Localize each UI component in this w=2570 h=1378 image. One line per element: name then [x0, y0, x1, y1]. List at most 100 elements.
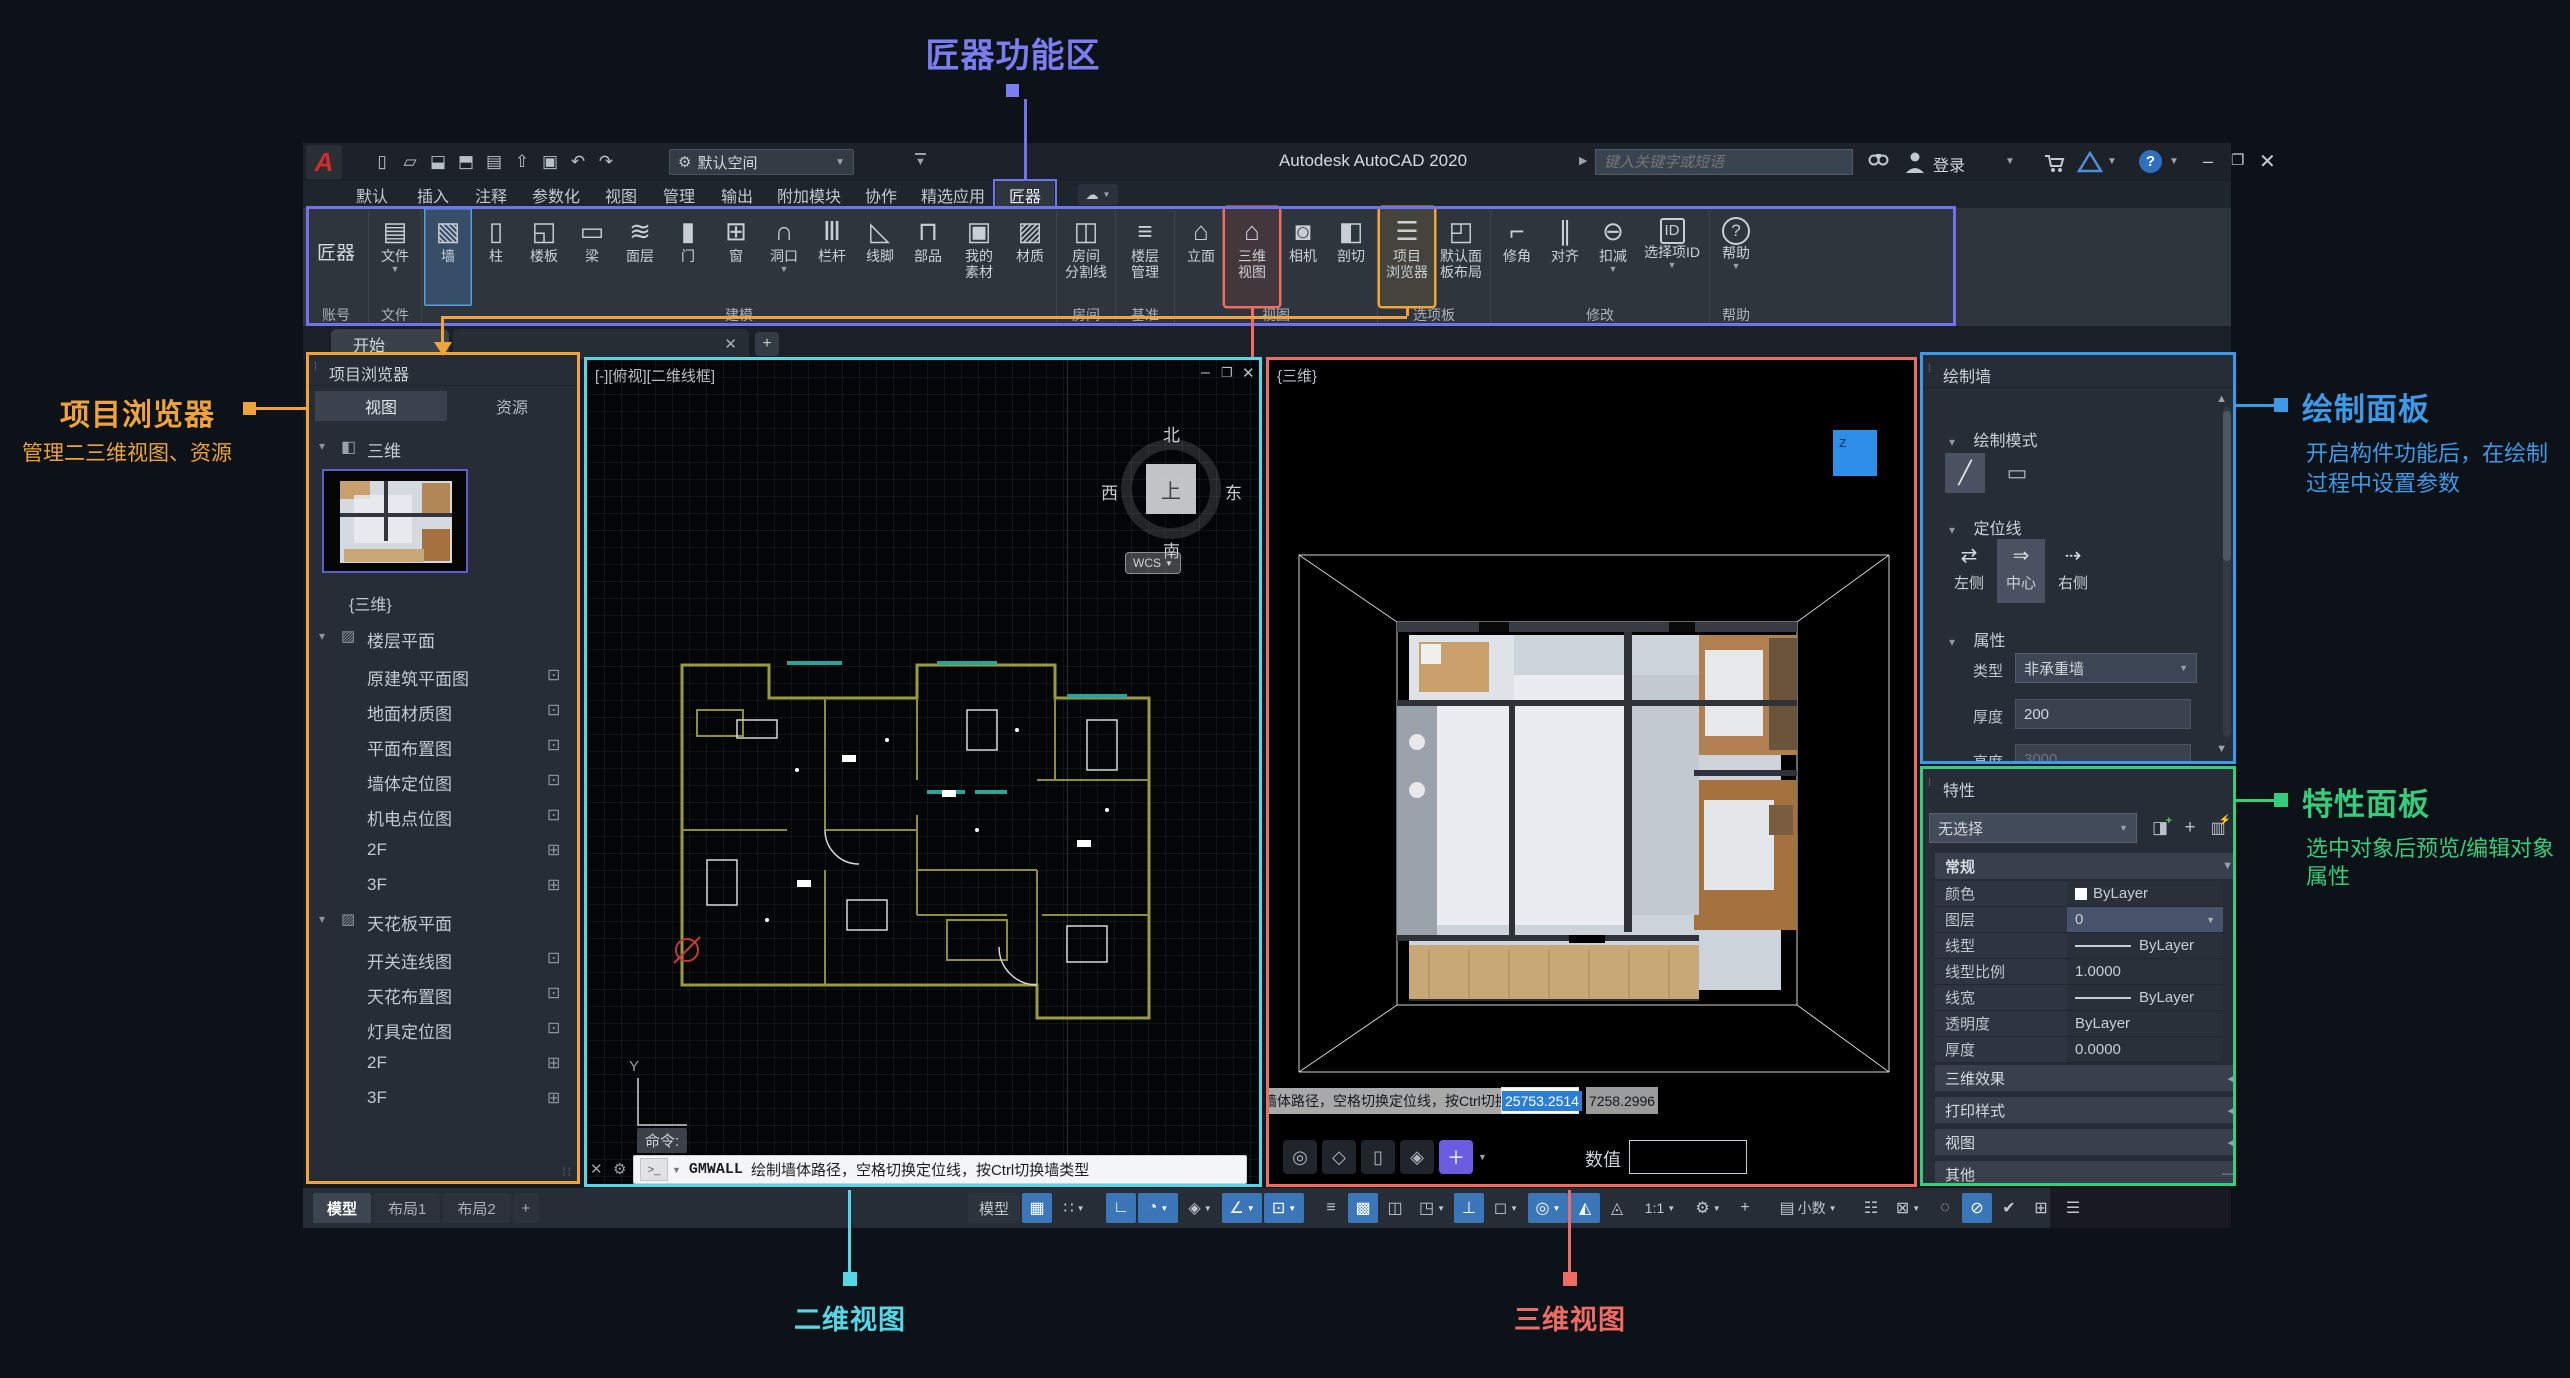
ribbon-button-立面[interactable]: ⌂立面	[1177, 208, 1225, 306]
edit-view-icon[interactable]: ⊡	[547, 665, 560, 685]
redo-icon[interactable]: ↷	[593, 149, 619, 175]
status-3d-object-snap-button[interactable]: ◳▼	[1412, 1193, 1452, 1223]
autocad-logo[interactable]: A	[306, 145, 342, 179]
status-isometric-drafting-button[interactable]: ◈▼	[1180, 1193, 1220, 1223]
property-row-线型[interactable]: 线型ByLayer	[1935, 933, 2223, 959]
add-view-icon[interactable]: ⊞	[547, 840, 560, 860]
undo-icon[interactable]: ↶	[565, 149, 591, 175]
tree-item[interactable]: 平面布置图⊡	[309, 733, 577, 759]
property-value[interactable]: 0.0000	[2067, 1037, 2223, 1063]
compass-east[interactable]: 东	[1225, 479, 1242, 504]
property-row-厚度[interactable]: 厚度0.0000	[1935, 1037, 2223, 1063]
quick-select-button[interactable]: ▥ ⚡	[2205, 815, 2231, 841]
property-value[interactable]: ByLayer	[2067, 933, 2223, 959]
tree-item[interactable]: 3F⊞	[309, 873, 577, 899]
ribbon-button-项目浏览器[interactable]: ☰项目浏览器	[1380, 208, 1434, 306]
wall-height-input[interactable]: 3000	[2015, 744, 2191, 764]
ribbon-button-门[interactable]: ▮门	[664, 208, 712, 306]
viewport-2d[interactable]: [-][俯视][二维线框] – ❐ ✕	[584, 357, 1262, 1187]
search-expand-icon[interactable]: ▶	[1579, 154, 1587, 167]
menu-tab-精选应用[interactable]: 精选应用	[910, 181, 996, 208]
thumbnail-caption[interactable]: {三维}	[349, 591, 449, 615]
property-row-颜色[interactable]: 颜色ByLayer	[1935, 881, 2223, 907]
menu-tab-协作[interactable]: 协作	[852, 181, 910, 208]
signin-chevron-icon[interactable]: ▼	[2005, 156, 2015, 167]
ribbon-button-窗[interactable]: ⊞窗	[712, 208, 760, 306]
toggle-pickadd-button[interactable]: ◨ +	[2147, 815, 2173, 841]
logo-chevron-icon[interactable]: ▼	[2107, 156, 2117, 167]
orbit-button[interactable]: ◎	[1283, 1140, 1317, 1174]
ribbon-button-相机[interactable]: ◙相机	[1279, 208, 1327, 306]
ribbon-button-栏杆[interactable]: Ⅲ栏杆	[808, 208, 856, 306]
status-quick-properties-button[interactable]: ☷	[1856, 1193, 1886, 1223]
section-draw-mode[interactable]: ▾ 绘制模式	[1949, 427, 2038, 451]
compass-north[interactable]: 北	[1163, 421, 1180, 446]
mode-line-button[interactable]: ╱	[1945, 453, 1985, 493]
wall-camera-button[interactable]: ▯	[1361, 1140, 1395, 1174]
tree-folder-楼层平面[interactable]: ▾▨楼层平面	[309, 625, 577, 651]
edit-view-icon[interactable]: ⊡	[547, 770, 560, 790]
ribbon-button-楼层管理[interactable]: ≡楼层管理	[1118, 208, 1172, 306]
edit-view-icon[interactable]: ⊡	[547, 948, 560, 968]
qat-overflow-button[interactable]: ▼	[915, 153, 926, 169]
locate-option-中心[interactable]: ⇒中心	[1997, 539, 2045, 603]
status-graphics-performance-button[interactable]: ⊘	[1962, 1193, 1992, 1223]
viewport-3d[interactable]: {三维}	[1266, 357, 1917, 1187]
add-view-icon[interactable]: ⊞	[547, 1053, 560, 1073]
add-view-icon[interactable]: ⊞	[547, 1088, 560, 1108]
layout-tab-布局2[interactable]: 布局2	[443, 1193, 509, 1223]
chevron-down-icon[interactable]: ▼	[1478, 1152, 1487, 1162]
mode-rect-button[interactable]: ▭	[1997, 453, 2037, 493]
ribbon-button-帮助[interactable]: ?帮助▼	[1712, 208, 1760, 306]
tree-item[interactable]: 2F⊞	[309, 1051, 577, 1077]
scroll-up-icon[interactable]: ▲	[2216, 393, 2227, 405]
ribbon-button-材质[interactable]: ▨材质	[1006, 208, 1054, 306]
ribbon-button-楼板[interactable]: ◱楼板	[520, 208, 568, 306]
panel-grip-icon[interactable]: ⁞	[1928, 363, 1931, 375]
panel-grip-icon[interactable]: ⁞	[314, 361, 317, 373]
ribbon-button-梁[interactable]: ▭梁	[568, 208, 616, 306]
caret-down-icon[interactable]: ▾	[1949, 523, 1955, 537]
value-input[interactable]	[1629, 1140, 1747, 1174]
close-icon[interactable]: ✕	[2259, 149, 2276, 174]
selection-dropdown[interactable]: 无选择 ▼	[1929, 813, 2137, 843]
view-thumbnail[interactable]	[322, 469, 468, 573]
visual-style-cube-button[interactable]: ◇	[1322, 1140, 1356, 1174]
tree-item[interactable]: 2F⊞	[309, 838, 577, 864]
batch-plot-icon[interactable]: ▤	[481, 149, 507, 175]
tab-resources[interactable]: 资源	[447, 391, 577, 421]
tree-item[interactable]: 灯具定位图⊡	[309, 1016, 577, 1042]
status-tray-crosshair-button[interactable]: +	[1730, 1193, 1760, 1223]
ribbon-button-墙[interactable]: ▧墙	[424, 208, 472, 306]
menu-tab-插入[interactable]: 插入	[404, 181, 462, 208]
menu-tab-输出[interactable]: 输出	[708, 181, 766, 208]
edit-view-icon[interactable]: ⊡	[547, 700, 560, 720]
caret-left-icon[interactable]: ◂	[2227, 1136, 2233, 1149]
status-isolate-objects-button[interactable]: ◌	[1930, 1193, 1960, 1223]
status-customization-button[interactable]: ☰	[2058, 1193, 2088, 1223]
status-transparency-button[interactable]: ▩	[1348, 1193, 1378, 1223]
ribbon-button-部品[interactable]: ⊓部品	[904, 208, 952, 306]
caret-down-icon[interactable]: ▾	[1949, 635, 1955, 649]
wall-thickness-input[interactable]: 200	[2015, 699, 2191, 729]
status-scale-button[interactable]: 1:1▼	[1634, 1193, 1686, 1223]
view-cube-toggle-button[interactable]: ◈	[1400, 1140, 1434, 1174]
property-section-三维效果[interactable]: 三维效果◂	[1935, 1065, 2236, 1091]
tree-item[interactable]: 地面材质图⊡	[309, 698, 577, 724]
menu-tab-附加模块[interactable]: 附加模块	[766, 181, 852, 208]
autodesk-logo-icon[interactable]	[2077, 150, 2103, 179]
select-objects-button[interactable]: +	[2177, 815, 2203, 841]
scrollbar-thumb[interactable]	[2223, 411, 2231, 561]
menu-tab-视图[interactable]: 视图	[592, 181, 650, 208]
tree-item[interactable]: 开关连线图⊡	[309, 946, 577, 972]
section-locate-line[interactable]: ▾ 定位线	[1949, 515, 2022, 539]
ribbon-button-剖切[interactable]: ◧剖切	[1327, 208, 1375, 306]
tree-folder-天花板平面[interactable]: ▾▨天花板平面	[309, 908, 577, 934]
edit-view-icon[interactable]: ⊡	[547, 983, 560, 1003]
edit-view-icon[interactable]: ⊡	[547, 735, 560, 755]
tree-item[interactable]: 原建筑平面图⊡	[309, 663, 577, 689]
menu-tab-管理[interactable]: 管理	[650, 181, 708, 208]
property-section-视图[interactable]: 视图◂	[1935, 1129, 2236, 1155]
property-row-线宽[interactable]: 线宽ByLayer	[1935, 985, 2223, 1011]
help-icon[interactable]: ?	[2139, 150, 2162, 173]
